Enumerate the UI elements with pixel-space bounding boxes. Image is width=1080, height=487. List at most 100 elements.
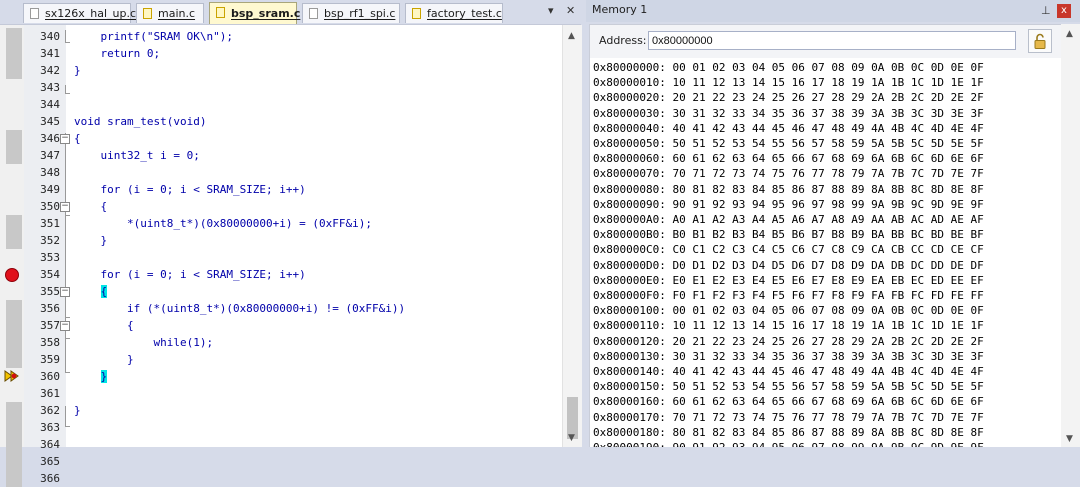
line-number: 351 bbox=[40, 217, 60, 230]
close-icon[interactable]: ✕ bbox=[566, 4, 575, 17]
address-input[interactable] bbox=[648, 31, 1016, 50]
line-number: 350 bbox=[40, 200, 60, 213]
scroll-down-icon[interactable]: ▼ bbox=[568, 433, 575, 443]
code-line[interactable]: uint32_t i = 0; bbox=[74, 147, 199, 164]
memory-row: 0x80000060: 60 61 62 63 64 65 66 67 68 6… bbox=[593, 152, 984, 166]
fold-guide bbox=[65, 85, 66, 93]
code-line[interactable]: void sram_test(void) bbox=[74, 113, 206, 130]
breakpoint-icon[interactable] bbox=[5, 268, 19, 282]
fold-guide bbox=[65, 338, 70, 339]
fold-toggle-icon[interactable]: − bbox=[60, 287, 70, 297]
code-line[interactable]: *(uint8_t*)(0x80000000+i) = (0xFF&i); bbox=[74, 215, 372, 232]
code-line[interactable]: while(1); bbox=[74, 334, 213, 351]
line-number: 348 bbox=[40, 166, 60, 179]
code-line[interactable]: for (i = 0; i < SRAM_SIZE; i++) bbox=[74, 266, 305, 283]
fold-guide bbox=[65, 215, 70, 216]
line-number: 360 bbox=[40, 370, 60, 383]
memory-title-bar: Memory 1 ⊥ x bbox=[586, 0, 1080, 22]
code-line-indent bbox=[74, 370, 101, 383]
line-number: 347 bbox=[40, 149, 60, 162]
code-line[interactable]: { bbox=[74, 283, 108, 300]
line-number: 365 bbox=[40, 455, 60, 468]
memory-row: 0x800000A0: A0 A1 A2 A3 A4 A5 A6 A7 A8 A… bbox=[593, 213, 984, 226]
line-marker-bar bbox=[6, 317, 22, 334]
line-number: 359 bbox=[40, 353, 60, 366]
code-line[interactable]: printf("SRAM OK\n"); bbox=[74, 28, 232, 45]
line-number: 344 bbox=[40, 98, 60, 111]
line-number: 349 bbox=[40, 183, 60, 196]
c-file-icon bbox=[412, 8, 421, 19]
fold-guide bbox=[65, 317, 70, 318]
tab-list-dropdown-icon[interactable]: ▾ bbox=[548, 4, 554, 17]
code-line[interactable]: } bbox=[74, 351, 134, 368]
memory-row: 0x80000040: 40 41 42 43 44 45 46 47 48 4… bbox=[593, 121, 984, 135]
fold-guide bbox=[65, 372, 70, 373]
tab-sx126x-hal-up[interactable]: sx126x_hal_up.c bbox=[23, 3, 136, 23]
memory-row: 0x800000E0: E0 E1 E2 E3 E4 E5 E6 E7 E8 E… bbox=[593, 273, 984, 287]
editor-tab-bar: sx126x_hal_up.c main.c bsp_sram.c bsp_rf… bbox=[0, 0, 581, 25]
code-line[interactable]: for (i = 0; i < SRAM_SIZE; i++) bbox=[74, 181, 305, 198]
line-marker-bar bbox=[6, 28, 22, 45]
memory-row: 0x800000B0: B0 B1 B2 B3 B4 B5 B6 B7 B8 B… bbox=[593, 228, 984, 242]
line-number: 346 bbox=[40, 132, 60, 145]
line-marker-bar bbox=[6, 45, 22, 62]
line-number: 345 bbox=[40, 115, 60, 128]
code-line[interactable]: } bbox=[74, 368, 108, 385]
line-number: 342 bbox=[40, 64, 60, 77]
memory-row: 0x80000140: 40 41 42 43 44 45 46 47 48 4… bbox=[593, 365, 984, 378]
line-marker-bar bbox=[6, 232, 22, 249]
memory-row: 0x800000C0: C0 C1 C2 C3 C4 C5 C6 C7 C8 C… bbox=[593, 243, 984, 257]
address-label: Address: bbox=[599, 34, 647, 47]
code-line[interactable]: { bbox=[74, 198, 107, 215]
memory-row: 0x80000030: 30 31 32 33 34 35 36 37 38 3… bbox=[593, 106, 984, 120]
memory-row: 0x80000160: 60 61 62 63 64 65 66 67 68 6… bbox=[593, 395, 984, 409]
memory-row: 0x80000130: 30 31 32 33 34 35 36 37 38 3… bbox=[593, 349, 984, 363]
code-line[interactable]: { bbox=[74, 130, 81, 147]
memory-row: 0x80000100: 00 01 02 03 04 05 06 07 08 0… bbox=[593, 304, 984, 318]
close-icon[interactable]: x bbox=[1057, 4, 1071, 18]
code-area[interactable] bbox=[66, 25, 562, 447]
c-file-icon bbox=[309, 8, 318, 19]
fold-toggle-icon[interactable]: − bbox=[60, 321, 70, 331]
memory-row: 0x80000120: 20 21 22 23 24 25 26 27 28 2… bbox=[593, 334, 984, 348]
matched-brace: { bbox=[100, 285, 108, 298]
code-line-indent bbox=[74, 285, 101, 298]
code-line[interactable]: if (*(uint8_t*)(0x80000000+i) != (0xFF&i… bbox=[74, 300, 405, 317]
memory-title: Memory 1 bbox=[592, 3, 648, 16]
current-line-arrow-icon bbox=[4, 370, 19, 382]
scroll-down-icon[interactable]: ▼ bbox=[1066, 434, 1073, 444]
code-line[interactable]: return 0; bbox=[74, 45, 160, 62]
memory-hex-view[interactable]: 0x80000000: 00 01 02 03 04 05 06 07 08 0… bbox=[589, 58, 1061, 447]
line-marker-bar bbox=[6, 419, 22, 436]
line-number: 366 bbox=[40, 472, 60, 485]
memory-row: 0x80000170: 70 71 72 73 74 75 76 77 78 7… bbox=[593, 410, 984, 424]
code-line[interactable]: } bbox=[74, 62, 81, 79]
line-marker-bar bbox=[6, 130, 22, 147]
fold-guide bbox=[65, 297, 66, 317]
code-line[interactable]: } bbox=[74, 232, 107, 249]
line-number: 357 bbox=[40, 319, 60, 332]
fold-toggle-icon[interactable]: − bbox=[60, 134, 70, 144]
line-number: 361 bbox=[40, 387, 60, 400]
editor-vertical-scrollbar[interactable]: ▲ ▼ bbox=[562, 25, 582, 447]
line-number: 356 bbox=[40, 302, 60, 315]
tab-factory-test[interactable]: factory_test.c bbox=[405, 3, 503, 23]
tab-bsp-sram[interactable]: bsp_sram.c bbox=[209, 2, 300, 24]
code-line[interactable]: } bbox=[74, 402, 81, 419]
lock-button[interactable] bbox=[1028, 29, 1052, 53]
memory-vertical-scrollbar[interactable]: ▲ ▼ bbox=[1061, 24, 1080, 447]
tab-bsp-rf1-spi[interactable]: bsp_rf1_spi.c bbox=[302, 3, 400, 23]
line-number: 355 bbox=[40, 285, 60, 298]
memory-row: 0x80000180: 80 81 82 83 84 85 86 87 88 8… bbox=[593, 425, 984, 439]
scroll-up-icon[interactable]: ▲ bbox=[568, 31, 575, 41]
tab-main[interactable]: main.c bbox=[136, 3, 204, 23]
line-number: 354 bbox=[40, 268, 60, 281]
line-number: 352 bbox=[40, 234, 60, 247]
fold-guide bbox=[65, 30, 66, 42]
memory-row: 0x80000080: 80 81 82 83 84 85 86 87 88 8… bbox=[593, 182, 984, 196]
code-line[interactable]: { bbox=[74, 317, 134, 334]
fold-toggle-icon[interactable]: − bbox=[60, 202, 70, 212]
scroll-up-icon[interactable]: ▲ bbox=[1066, 29, 1073, 39]
pin-icon[interactable]: ⊥ bbox=[1041, 4, 1051, 17]
line-number: 341 bbox=[40, 47, 60, 60]
